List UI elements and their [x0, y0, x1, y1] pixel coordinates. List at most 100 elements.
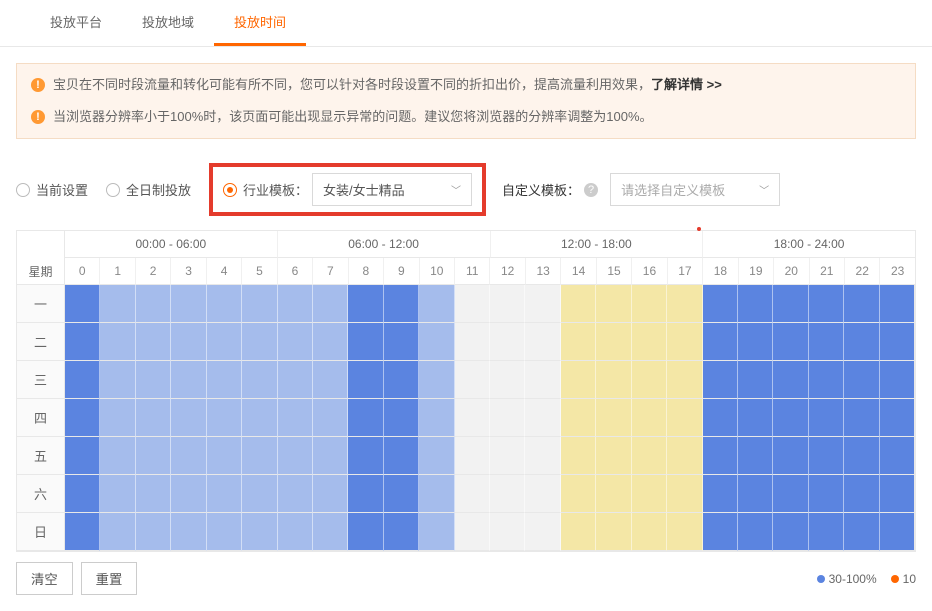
custom-template-select[interactable]: 请选择自定义模板 ﹀ [610, 173, 780, 206]
schedule-cell[interactable] [136, 513, 171, 551]
schedule-cell[interactable] [738, 513, 773, 551]
hour-header[interactable]: 2 [136, 258, 171, 285]
schedule-cell[interactable] [561, 437, 596, 475]
schedule-cell[interactable] [100, 361, 135, 399]
schedule-cell[interactable] [490, 361, 525, 399]
schedule-cell[interactable] [561, 513, 596, 551]
radio-industry[interactable]: 行业模板： [223, 180, 308, 199]
schedule-cell[interactable] [455, 513, 490, 551]
hour-header[interactable]: 17 [668, 258, 703, 285]
hour-header[interactable]: 12 [490, 258, 525, 285]
hour-header[interactable]: 14 [561, 258, 596, 285]
schedule-cell[interactable] [703, 361, 738, 399]
schedule-cell[interactable] [561, 285, 596, 323]
schedule-cell[interactable] [65, 475, 100, 513]
day-label[interactable]: 二 [17, 323, 65, 361]
schedule-cell[interactable] [703, 475, 738, 513]
schedule-cell[interactable] [632, 323, 667, 361]
schedule-cell[interactable] [242, 323, 277, 361]
hour-header[interactable]: 15 [597, 258, 632, 285]
schedule-cell[interactable] [561, 475, 596, 513]
hour-header[interactable]: 18 [703, 258, 738, 285]
schedule-cell[interactable] [809, 513, 844, 551]
hour-header[interactable]: 1 [100, 258, 135, 285]
schedule-cell[interactable] [136, 285, 171, 323]
hour-header[interactable]: 0 [65, 258, 100, 285]
hour-header[interactable]: 21 [810, 258, 845, 285]
schedule-cell[interactable] [596, 399, 631, 437]
schedule-cell[interactable] [490, 513, 525, 551]
schedule-cell[interactable] [171, 323, 206, 361]
schedule-cell[interactable] [278, 475, 313, 513]
schedule-cell[interactable] [490, 285, 525, 323]
schedule-cell[interactable] [525, 323, 560, 361]
schedule-cell[interactable] [455, 399, 490, 437]
schedule-cell[interactable] [100, 399, 135, 437]
schedule-cell[interactable] [242, 285, 277, 323]
schedule-cell[interactable] [844, 285, 879, 323]
help-icon[interactable]: ? [584, 183, 598, 197]
schedule-cell[interactable] [596, 361, 631, 399]
schedule-cell[interactable] [773, 361, 808, 399]
schedule-cell[interactable] [809, 323, 844, 361]
schedule-cell[interactable] [65, 323, 100, 361]
schedule-cell[interactable] [384, 513, 419, 551]
alert-link-details[interactable]: 了解详情 >> [651, 74, 722, 96]
schedule-cell[interactable] [242, 361, 277, 399]
schedule-cell[interactable] [207, 323, 242, 361]
schedule-cell[interactable] [880, 361, 915, 399]
schedule-cell[interactable] [561, 361, 596, 399]
schedule-cell[interactable] [632, 513, 667, 551]
schedule-cell[interactable] [667, 323, 702, 361]
hour-header[interactable]: 11 [455, 258, 490, 285]
schedule-cell[interactable] [278, 285, 313, 323]
schedule-cell[interactable] [632, 285, 667, 323]
schedule-cell[interactable] [596, 475, 631, 513]
schedule-cell[interactable] [455, 437, 490, 475]
schedule-cell[interactable] [844, 361, 879, 399]
day-label[interactable]: 三 [17, 361, 65, 399]
reset-button[interactable]: 重置 [81, 562, 138, 595]
schedule-cell[interactable] [348, 399, 383, 437]
schedule-cell[interactable] [384, 285, 419, 323]
schedule-cell[interactable] [348, 475, 383, 513]
schedule-cell[interactable] [348, 361, 383, 399]
schedule-cell[interactable] [667, 399, 702, 437]
schedule-cell[interactable] [207, 475, 242, 513]
schedule-cell[interactable] [844, 399, 879, 437]
schedule-cell[interactable] [171, 513, 206, 551]
schedule-cell[interactable] [348, 323, 383, 361]
schedule-cell[interactable] [278, 437, 313, 475]
schedule-cell[interactable] [348, 437, 383, 475]
schedule-cell[interactable] [632, 475, 667, 513]
schedule-cell[interactable] [455, 361, 490, 399]
schedule-cell[interactable] [348, 513, 383, 551]
hour-header[interactable]: 8 [349, 258, 384, 285]
schedule-cell[interactable] [880, 323, 915, 361]
radio-allday[interactable]: 全日制投放 [106, 180, 191, 199]
schedule-cell[interactable] [171, 399, 206, 437]
schedule-cell[interactable] [561, 399, 596, 437]
schedule-cell[interactable] [384, 323, 419, 361]
schedule-cell[interactable] [419, 513, 454, 551]
schedule-cell[interactable] [880, 285, 915, 323]
schedule-cell[interactable] [419, 323, 454, 361]
schedule-cell[interactable] [313, 437, 348, 475]
day-label[interactable]: 六 [17, 475, 65, 513]
schedule-cell[interactable] [773, 399, 808, 437]
industry-template-select[interactable]: 女装/女士精品 ﹀ [312, 173, 472, 206]
tab-region[interactable]: 投放地域 [122, 0, 214, 46]
schedule-cell[interactable] [242, 399, 277, 437]
hour-header[interactable]: 16 [632, 258, 667, 285]
schedule-cell[interactable] [809, 399, 844, 437]
schedule-cell[interactable] [384, 399, 419, 437]
schedule-cell[interactable] [525, 285, 560, 323]
schedule-cell[interactable] [490, 437, 525, 475]
schedule-cell[interactable] [773, 475, 808, 513]
schedule-cell[interactable] [738, 323, 773, 361]
hour-header[interactable]: 22 [845, 258, 880, 285]
schedule-cell[interactable] [525, 399, 560, 437]
clear-button[interactable]: 清空 [16, 562, 73, 595]
schedule-cell[interactable] [313, 323, 348, 361]
schedule-cell[interactable] [313, 361, 348, 399]
